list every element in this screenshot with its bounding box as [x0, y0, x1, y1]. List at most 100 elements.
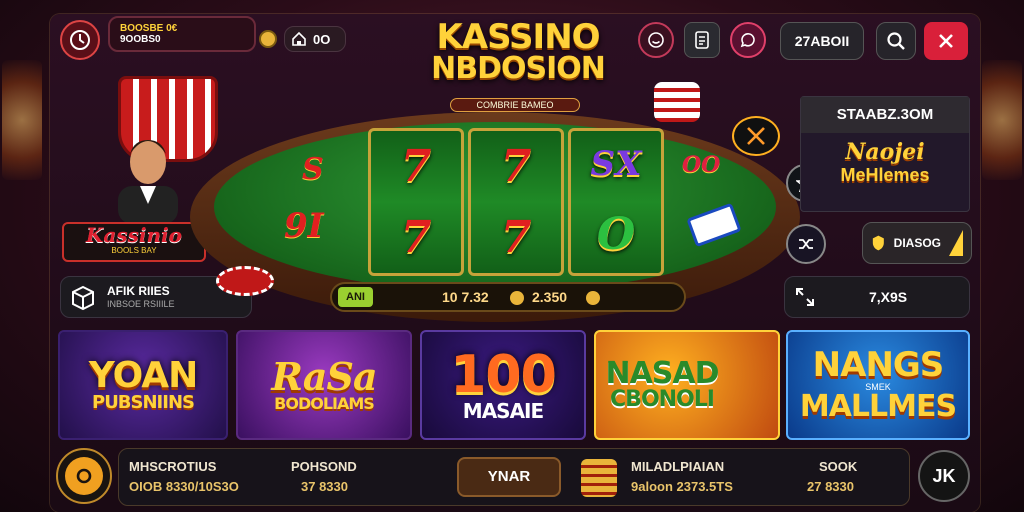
- card1-line2: PUBSNIINS: [92, 392, 195, 413]
- reel1-symbol-top: 7: [400, 140, 432, 192]
- card2-line2: BODOLIAMS: [274, 394, 375, 413]
- bottom-left-button[interactable]: [56, 448, 112, 504]
- home-pill[interactable]: 0O: [284, 26, 346, 52]
- coin-icon: [259, 30, 277, 48]
- player-avatar: [106, 124, 190, 224]
- shield-icon: [872, 235, 884, 251]
- bottom-label-4: SOOK: [819, 459, 858, 474]
- game-card-4[interactable]: NASAD CBONOLI: [594, 330, 780, 440]
- table-button-swords[interactable]: [732, 116, 780, 156]
- bonus-value: DIASOG: [893, 236, 941, 250]
- reel-1: 7 7: [368, 128, 464, 276]
- win-value: 2.350: [532, 289, 568, 305]
- reel2-symbol-top: 7: [500, 140, 532, 192]
- left-info-label1: AFIK RIIES: [107, 284, 170, 298]
- chip-left: [216, 266, 274, 296]
- bonus-pill[interactable]: DIASOG: [862, 222, 972, 264]
- side-lamp-right: [982, 60, 1022, 180]
- game-card-3[interactable]: 100 MASAIE: [420, 330, 586, 440]
- reel3-symbol-bottom: O: [596, 209, 636, 260]
- coin-icon-bet: [510, 291, 524, 305]
- reel2-symbol-bottom: 7: [500, 211, 532, 263]
- felt-symbol-1: S: [302, 152, 324, 187]
- card1-line1: YOAN: [88, 355, 198, 396]
- reel-2: 7 7: [468, 128, 564, 276]
- chat-icon: [740, 33, 755, 48]
- logo-subtitle: COMBRIE BAMEO: [450, 98, 580, 112]
- bet-bar: ANI 10 7.32 2.350: [330, 282, 686, 312]
- bottom-label-2: POHSOND: [291, 459, 357, 474]
- game-card-2[interactable]: RaSa BODOLIAMS: [236, 330, 412, 440]
- search-button[interactable]: [876, 22, 916, 60]
- kasino-badge: Kassinio BOOLS BAY: [62, 222, 206, 262]
- bottom-value-1: OIOB 8330/10S3O: [129, 479, 239, 494]
- counter-value: 27ABOII: [794, 33, 850, 49]
- badge-subtitle: BOOLS BAY: [111, 246, 157, 255]
- promo-line1: Naojei: [845, 139, 925, 165]
- chip-stack-right: [654, 82, 700, 122]
- card3-line2: MASAIE: [462, 399, 544, 423]
- bottom-close-label: JK: [932, 465, 956, 486]
- chat-button[interactable]: [730, 22, 766, 58]
- card5-line1: NANGS: [812, 345, 945, 385]
- bottom-bar: MHSCROTIUS OIOB 8330/10S3O POHSOND 37 83…: [118, 448, 910, 506]
- search-icon: [887, 32, 905, 50]
- clock-icon: [70, 30, 90, 50]
- right-stat-panel[interactable]: 7,X9S: [784, 276, 970, 318]
- table-button-shuffle[interactable]: [786, 224, 826, 264]
- home-icon: [292, 31, 306, 46]
- profile-button[interactable]: [638, 22, 674, 58]
- felt-symbol-2: 9I: [284, 206, 324, 246]
- game-card-5[interactable]: NANGS SMEK MALLMES: [786, 330, 970, 440]
- card3-line1: 100: [450, 345, 557, 405]
- promo-title: STAABZ.3OM: [801, 97, 969, 133]
- close-icon: [939, 34, 953, 48]
- bottom-value-4: 27 8330: [807, 479, 854, 494]
- balance-value: 9OOBS0: [120, 34, 161, 45]
- stat-value: 7,X9S: [869, 289, 908, 305]
- bottom-left-icon: [65, 457, 103, 495]
- document-icon: [695, 31, 709, 49]
- bottom-value-2: 37 8330: [301, 479, 348, 494]
- clock-button[interactable]: [60, 20, 100, 60]
- box-icon: [72, 285, 94, 311]
- bottom-label-3: MILADLPIAIAN: [631, 459, 725, 474]
- logo-line1: KASSINO: [436, 17, 600, 57]
- logo-line2: NBDOSION: [431, 51, 606, 86]
- swords-icon: [747, 127, 765, 145]
- felt-symbol-3: OO: [682, 152, 721, 178]
- badge-title: Kassinio: [86, 223, 182, 247]
- card4-line2: CBONOLI: [610, 387, 715, 412]
- card5-line2: MALLMES: [799, 389, 957, 424]
- game-card-1[interactable]: YOAN PUBSNIINS: [58, 330, 228, 440]
- reel-3: SX O: [568, 128, 664, 276]
- card2-line1: RaSa: [271, 354, 377, 399]
- smile-icon: [648, 32, 664, 48]
- shuffle-icon: [799, 239, 813, 249]
- counter-pill: 27ABOII: [780, 22, 864, 60]
- bottom-chip-stack: [581, 459, 617, 497]
- right-promo-panel[interactable]: STAABZ.3OM Naojei MeHlemes: [800, 96, 970, 212]
- coin-icon-win: [586, 291, 600, 305]
- balance-label: BOOSBE 0€: [120, 23, 178, 34]
- bottom-close-button[interactable]: JK: [918, 450, 970, 502]
- side-lamp-left: [2, 60, 42, 180]
- card4-line1: NASAD: [605, 356, 719, 391]
- play-button[interactable]: YNAR: [457, 457, 561, 497]
- document-button[interactable]: [684, 22, 720, 58]
- game-logo: KASSINO NBDOSION: [398, 20, 638, 84]
- refresh-icon: [76, 468, 92, 484]
- bottom-label-1: MHSCROTIUS: [129, 459, 217, 474]
- bonus-corner-marker: [949, 230, 963, 256]
- home-value: 0O: [313, 31, 331, 47]
- left-info-label2: INBSOE RSIIILE: [107, 299, 175, 309]
- close-button[interactable]: [924, 22, 968, 60]
- expand-icon: [796, 288, 814, 306]
- balance-pill[interactable]: BOOSBE 0€ 9OOBS0: [108, 16, 256, 52]
- bet-tag[interactable]: ANI: [338, 287, 373, 307]
- reel1-symbol-bottom: 7: [400, 211, 432, 263]
- reel3-symbol-top: SX: [590, 144, 642, 184]
- promo-line2: MeHlemes: [840, 165, 930, 185]
- bet-value: 10 7.32: [442, 289, 489, 305]
- bottom-value-3: 9aloon 2373.5TS: [631, 479, 733, 494]
